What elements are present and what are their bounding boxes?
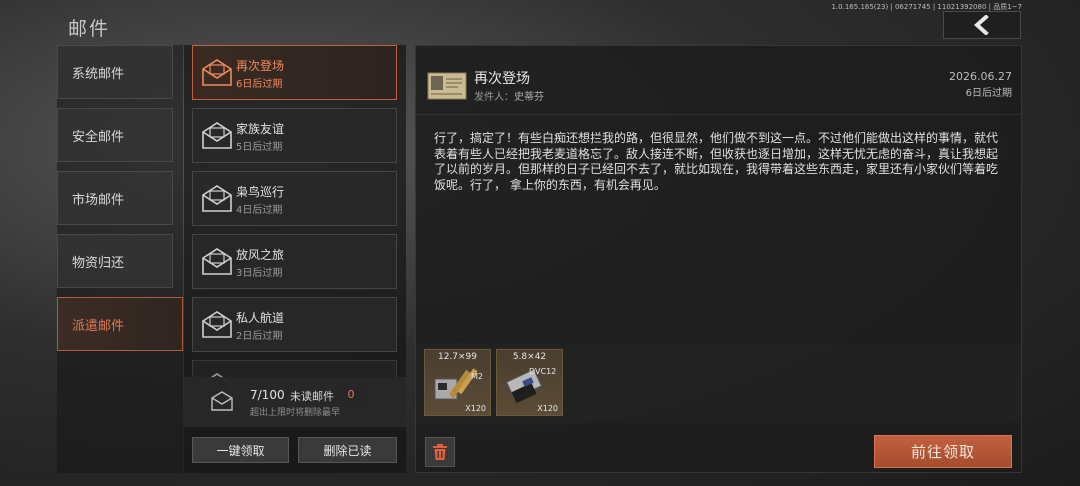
category-label: 市场邮件 [72,192,125,208]
chevron-left-icon [973,15,989,35]
attachment-sub: M2 [471,372,483,381]
go-claim-button[interactable]: 前往领取 [874,435,1012,468]
category-dispatch[interactable]: 派遣邮件 [57,297,183,351]
mail-expire: 5日后过期 [236,142,283,153]
envelope-icon [202,311,232,338]
envelope-icon [211,391,233,411]
category-system[interactable]: 系统邮件 [57,45,173,99]
mail-item[interactable]: 放风之旅 3日后过期 [192,234,397,289]
back-button[interactable] [943,11,1021,39]
category-label: 系统邮件 [72,66,125,82]
mail-expire-detail: 6日后过期 [965,88,1012,99]
mail-title: 再次登场 [236,59,285,73]
mail-expire: 4日后过期 [236,205,283,216]
trash-icon [433,444,447,460]
mail-title: 私人航道 [236,311,285,325]
mail-item[interactable]: 私人航道 2日后过期 [192,297,397,352]
attachment-qty: X120 [465,404,486,413]
attachment-item[interactable]: 12.7×99 M2 X120 [424,349,491,416]
mail-item[interactable]: 再次登场 6日后过期 [192,45,397,100]
ammo-box-icon: DVC12 [505,367,556,404]
mail-expire: 3日后过期 [236,268,283,279]
mail-item[interactable]: 家族友谊 5日后过期 [192,108,397,163]
unread-count: 0 [337,387,365,402]
mailbox-summary: 7/100 未读邮件 0 超出上限时将删除最早 [184,377,406,427]
mail-title: 家族友谊 [236,122,285,136]
limit-note: 超出上限时将删除最早 [250,408,341,418]
mail-item[interactable]: 枭鸟巡行 4日后过期 [192,171,397,226]
envelope-icon [202,248,232,275]
envelope-icon [202,185,232,212]
mail-detail: 再次登场 发件人：史蒂芬 2026.06.27 6日后过期 行了，搞定了！有些白… [415,45,1022,473]
mail-title: 枭鸟巡行 [236,185,285,199]
mail-title: 放风之旅 [236,248,285,262]
ammo-box-icon: M2 [434,368,483,400]
category-supply-return[interactable]: 物资归还 [57,234,173,288]
letter-stamp-icon [427,72,467,100]
envelope-icon [202,122,232,149]
mail-subject: 再次登场 [474,71,530,87]
unread-label: 未读邮件 [290,390,334,403]
delete-mail-button[interactable] [425,437,455,467]
category-market[interactable]: 市场邮件 [57,171,173,225]
page-title: 邮件 [68,18,111,40]
mail-count: 7/100 [250,388,285,402]
divider [416,114,1021,115]
mail-date: 2026.06.27 [949,70,1012,83]
category-label: 安全邮件 [72,129,125,145]
attachment-qty: X120 [537,404,558,413]
attachment-name: 5.8×42 [512,352,547,362]
sender-name: 史蒂芬 [514,92,544,103]
delete-read-button[interactable]: 删除已读 [298,437,397,463]
mail-body: 行了，搞定了！有些白痴还想拦我的路，但很显然，他们做不到这一点。不过他们能做出这… [434,131,999,192]
category-label: 物资归还 [72,255,125,271]
envelope-icon [202,59,232,86]
mail-expire: 6日后过期 [236,79,283,90]
claim-all-button[interactable]: 一键领取 [192,437,289,463]
mail-sender: 发件人：史蒂芬 [474,88,544,103]
category-label: 派遣邮件 [72,318,125,334]
sender-label: 发件人： [474,92,514,103]
category-security[interactable]: 安全邮件 [57,108,173,162]
attachment-sub: DVC12 [529,367,556,376]
category-sidebar: 系统邮件 安全邮件 市场邮件 物资归还 派遣邮件 [57,45,183,473]
attachment-item[interactable]: 5.8×42 DVC12 X120 [496,349,563,416]
attachment-name: 12.7×99 [437,352,478,362]
attachments-area: 12.7×99 M2 X120 5.8×42 DVC12 X120 [416,343,1021,423]
mail-expire: 2日后过期 [236,331,283,342]
